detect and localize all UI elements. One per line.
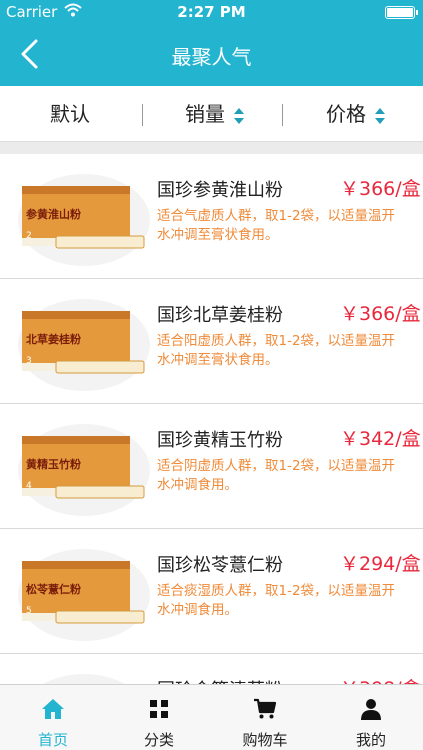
divider xyxy=(282,104,283,126)
grid-icon xyxy=(150,700,168,718)
product-image: 黄精玉竹粉 4 xyxy=(18,424,150,516)
sort-sales-button[interactable]: 销量 xyxy=(185,86,245,142)
status-bar: Carrier 2:27 PM xyxy=(0,0,423,24)
sort-arrows-icon xyxy=(375,107,386,124)
product-name[interactable]: 国珍金籁清蒸粉 xyxy=(157,676,283,684)
product-image xyxy=(42,674,126,684)
product-desc: 适合气虚质人群，取1-2袋，以适量温开水冲调至膏状食用。 xyxy=(157,208,396,243)
package-number: 5 xyxy=(26,606,32,616)
sort-price-label: 价格 xyxy=(326,102,366,126)
product-name[interactable]: 国珍黄精玉竹粉 xyxy=(157,426,283,452)
product-price: ￥342/盒 xyxy=(340,428,421,450)
page-title: 最聚人气 xyxy=(171,45,252,69)
product-price: ￥366/盒 xyxy=(340,178,421,200)
nav-bar: 最聚人气 xyxy=(0,24,423,86)
tab-label: 购物车 xyxy=(242,731,288,749)
sort-sales-label: 销量 xyxy=(185,102,225,126)
package-text: 松苓薏仁粉 xyxy=(26,582,81,596)
sort-default-label: 默认 xyxy=(50,102,90,126)
product-image: 松苓薏仁粉 5 xyxy=(18,549,150,641)
product-name[interactable]: 国珍松苓薏仁粉 xyxy=(157,551,283,577)
package-number: 4 xyxy=(26,481,32,491)
clock: 2:27 PM xyxy=(177,3,246,21)
product-item[interactable]: 北草姜桂粉 3 国珍北草姜桂粉 ￥366/盒 适合阳虚质人群，取1-2袋，以适量… xyxy=(0,279,423,404)
product-price: ￥294/盒 xyxy=(340,553,421,575)
sort-bar: 默认 销量 价格 xyxy=(0,86,423,142)
product-desc: 适合痰湿质人群，取1-2袋，以适量温开水冲调食用。 xyxy=(157,583,396,618)
sort-price-button[interactable]: 价格 xyxy=(326,86,386,142)
product-item[interactable]: 松苓薏仁粉 5 国珍松苓薏仁粉 ￥294/盒 适合痰湿质人群，取1-2袋，以适量… xyxy=(0,529,423,654)
tab-home[interactable]: 首页 xyxy=(0,685,106,750)
product-image: 参黄淮山粉 2 xyxy=(18,174,150,266)
package-number: 2 xyxy=(26,231,32,241)
product-name[interactable]: 国珍参黄淮山粉 xyxy=(157,176,283,202)
tab-category[interactable]: 分类 xyxy=(106,685,212,750)
person-icon xyxy=(361,699,381,720)
product-item[interactable]: 国珍金籁清蒸粉 ￥398/盒 xyxy=(0,654,423,684)
product-image: 北草姜桂粉 3 xyxy=(18,299,150,391)
product-name[interactable]: 国珍北草姜桂粉 xyxy=(157,301,283,327)
product-price: ￥398/盒 xyxy=(340,674,421,684)
product-price: ￥366/盒 xyxy=(340,303,421,325)
product-list[interactable]: 参黄淮山粉 2 国珍参黄淮山粉 ￥366/盒 适合气虚质人群，取1-2袋，以适量… xyxy=(0,154,423,684)
product-item[interactable]: 参黄淮山粉 2 国珍参黄淮山粉 ￥366/盒 适合气虚质人群，取1-2袋，以适量… xyxy=(0,154,423,279)
tab-label: 首页 xyxy=(37,731,68,749)
sort-arrows-icon xyxy=(234,107,245,124)
package-number: 3 xyxy=(26,356,32,366)
product-desc: 适合阳虚质人群，取1-2袋，以适量温开水冲调至膏状食用。 xyxy=(157,333,396,368)
tab-profile[interactable]: 我的 xyxy=(318,685,423,750)
package-text: 黄精玉竹粉 xyxy=(26,457,81,471)
section-gap xyxy=(0,142,423,154)
package-text: 参黄淮山粉 xyxy=(26,207,81,221)
sort-default-button[interactable]: 默认 xyxy=(50,86,90,142)
tab-bar: 首页 分类 购物车 我的 xyxy=(0,684,423,750)
tab-cart[interactable]: 购物车 xyxy=(212,685,318,750)
tab-label: 我的 xyxy=(355,731,386,749)
package-text: 北草姜桂粉 xyxy=(26,332,81,346)
product-item[interactable]: 黄精玉竹粉 4 国珍黄精玉竹粉 ￥342/盒 适合阴虚质人群，取1-2袋，以适量… xyxy=(0,404,423,529)
product-desc: 适合阴虚质人群，取1-2袋，以适量温开水冲调食用。 xyxy=(157,458,396,493)
tab-label: 分类 xyxy=(143,731,174,749)
cart-icon xyxy=(254,698,277,719)
divider xyxy=(142,104,143,126)
home-icon xyxy=(42,699,64,719)
battery-icon xyxy=(385,6,418,19)
